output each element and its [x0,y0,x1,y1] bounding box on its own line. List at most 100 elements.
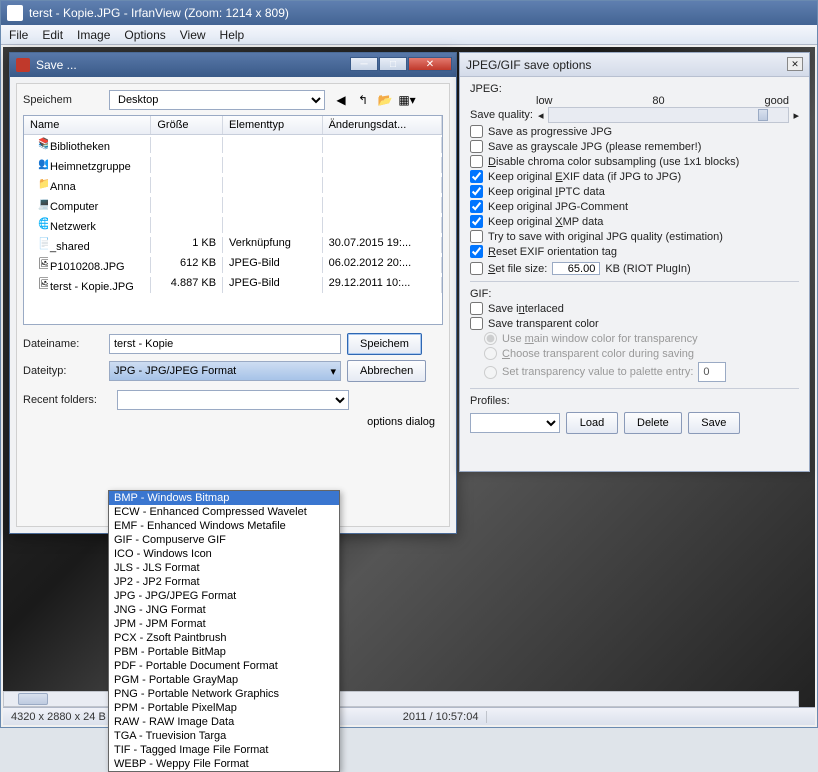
list-item[interactable]: 🖼terst - Kopie.JPG4.887 KBJPEG-Bild29.12… [24,275,442,295]
filetype-option[interactable]: ECW - Enhanced Compressed Wavelet [109,505,339,519]
filetype-option[interactable]: WEBP - Weppy File Format [109,757,339,771]
chevron-down-icon: ▾ [330,365,336,378]
menu-bar: File Edit Image Options View Help [1,25,817,45]
location-label: Speichem [23,94,103,106]
back-icon[interactable]: ◀ [331,90,351,110]
app-icon [7,5,23,21]
save-titlebar: Save ... ─ □ ✕ [10,53,456,77]
menu-image[interactable]: Image [77,28,110,42]
options-close-button[interactable]: ✕ [787,57,803,71]
transparency-main-radio [484,332,497,345]
filetype-label: Dateityp: [23,365,103,377]
profile-load-button[interactable]: Load [566,412,618,434]
menu-edit[interactable]: Edit [42,28,63,42]
menu-file[interactable]: File [9,28,28,42]
col-size[interactable]: Größe [151,116,223,134]
filetype-option[interactable]: TIF - Tagged Image File Format [109,743,339,757]
interlaced-checkbox[interactable] [470,302,483,315]
minimize-button[interactable]: ─ [350,57,378,71]
transparency-choose-radio [484,347,497,360]
quality-slider[interactable] [548,107,790,123]
transparency-palette-radio [484,366,497,379]
profile-delete-button[interactable]: Delete [624,412,682,434]
filename-label: Dateiname: [23,338,103,350]
filetype-option[interactable]: GIF - Compuserve GIF [109,533,339,547]
menu-view[interactable]: View [180,28,206,42]
jpeg-gif-options-dialog: JPEG/GIF save options ✕ JPEG: low 80 goo… [459,52,810,472]
filetype-option[interactable]: PNG - Portable Network Graphics [109,687,339,701]
col-date[interactable]: Änderungsdat... [323,116,442,134]
filetype-option[interactable]: PBM - Portable BitMap [109,645,339,659]
filetype-option[interactable]: JPG - JPG/JPEG Format [109,589,339,603]
list-item[interactable]: 🌐Netzwerk [24,215,442,235]
filetype-option[interactable]: PCX - Zsoft Paintbrush [109,631,339,645]
menu-options[interactable]: Options [124,28,165,42]
filetype-option[interactable]: JLS - JLS Format [109,561,339,575]
list-item[interactable]: 📄_shared1 KBVerknüpfung30.07.2015 19:... [24,235,442,255]
options-titlebar: JPEG/GIF save options ✕ [460,53,809,77]
filetype-option[interactable]: PDF - Portable Document Format [109,659,339,673]
filetype-option[interactable]: PPM - Portable PixelMap [109,701,339,715]
menu-help[interactable]: Help [220,28,245,42]
recent-folders-select[interactable] [117,390,349,410]
save-dialog-icon [16,58,30,72]
profiles-select[interactable] [470,413,560,433]
reset-exif-checkbox[interactable] [470,245,483,258]
filetype-option[interactable]: TGA - Truevision Targa [109,729,339,743]
filetype-select[interactable]: JPG - JPG/JPEG Format▾ [109,361,341,381]
filetype-option[interactable]: JPM - JPM Format [109,617,339,631]
col-name[interactable]: Name [24,116,151,134]
list-item[interactable]: 📚Bibliotheken [24,135,442,155]
quality-increment[interactable]: ▸ [793,109,799,122]
profiles-label: Profiles: [470,395,510,407]
list-item[interactable]: 💻Computer [24,195,442,215]
cancel-button[interactable]: Abbrechen [347,360,426,382]
list-item[interactable]: 🖼P1010208.JPG612 KBJPEG-Bild06.02.2012 2… [24,255,442,275]
progressive-checkbox[interactable] [470,125,483,138]
new-folder-icon[interactable]: 📂 [375,90,395,110]
list-item[interactable]: 👥Heimnetzgruppe [24,155,442,175]
filename-input[interactable] [109,334,341,354]
save-button[interactable]: Speichem [347,333,422,355]
show-options-label: options dialog [367,416,435,428]
filetype-option[interactable]: JNG - JNG Format [109,603,339,617]
save-dialog: Save ... ─ □ ✕ Speichem Desktop ◀ ↰ 📂 ▦▾… [9,52,457,534]
options-title: JPEG/GIF save options [466,58,591,72]
view-menu-icon[interactable]: ▦▾ [397,90,417,110]
transparent-checkbox[interactable] [470,317,483,330]
quality-value: 80 [652,95,664,107]
save-dialog-title: Save ... [36,58,77,72]
filetype-option[interactable]: ICO - Windows Icon [109,547,339,561]
up-icon[interactable]: ↰ [353,90,373,110]
window-title: terst - Kopie.JPG - IrfanView (Zoom: 121… [29,6,289,20]
filetype-dropdown-list[interactable]: BMP - Windows BitmapECW - Enhanced Compr… [108,490,340,772]
status-dimensions: 4320 x 2880 x 24 B [3,711,115,723]
location-select[interactable]: Desktop [109,90,325,110]
filesize-unit: KB (RIOT PlugIn) [605,263,690,275]
filetype-option[interactable]: BMP - Windows Bitmap [109,491,339,505]
quality-low-label: low [536,95,553,107]
filetype-option[interactable]: RAW - RAW Image Data [109,715,339,729]
close-button[interactable]: ✕ [408,57,452,71]
filesize-input[interactable] [552,262,600,275]
chroma-checkbox[interactable] [470,155,483,168]
filetype-option[interactable]: EMF - Enhanced Windows Metafile [109,519,339,533]
quality-good-label: good [765,95,789,107]
grayscale-checkbox[interactable] [470,140,483,153]
estimate-checkbox[interactable] [470,230,483,243]
recent-folders-label: Recent folders: [23,394,111,406]
status-time: 2011 / 10:57:04 [395,711,488,723]
profile-save-button[interactable]: Save [688,412,740,434]
list-item[interactable]: 📁Anna [24,175,442,195]
file-list[interactable]: Name Größe Elementtyp Änderungsdat... 📚B… [23,115,443,325]
set-filesize-checkbox[interactable] [470,262,483,275]
quality-decrement[interactable]: ◂ [538,109,544,122]
exif-checkbox[interactable] [470,170,483,183]
filetype-option[interactable]: PGM - Portable GrayMap [109,673,339,687]
iptc-checkbox[interactable] [470,185,483,198]
maximize-button[interactable]: □ [379,57,407,71]
comment-checkbox[interactable] [470,200,483,213]
col-type[interactable]: Elementtyp [223,116,323,134]
xmp-checkbox[interactable] [470,215,483,228]
filetype-option[interactable]: JP2 - JP2 Format [109,575,339,589]
